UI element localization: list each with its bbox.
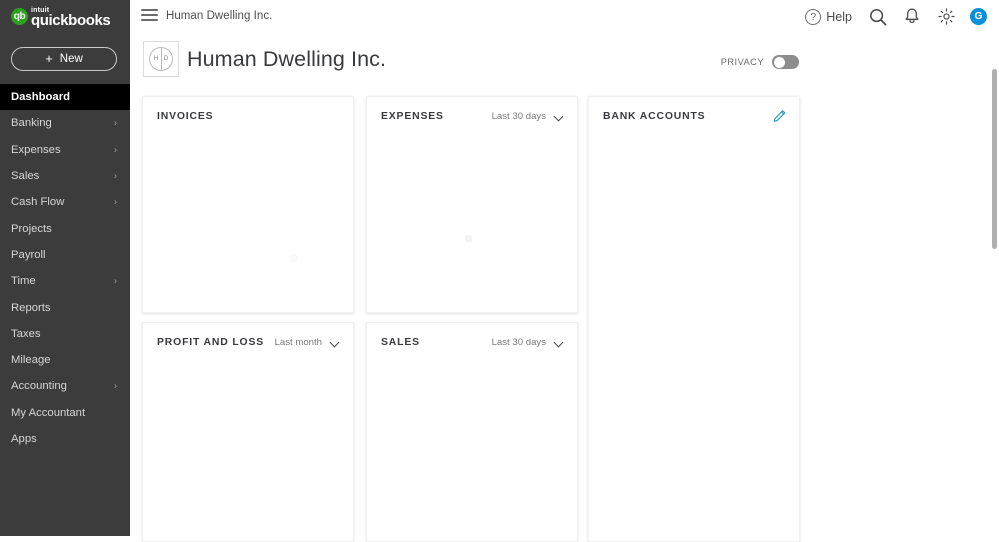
brand-logo[interactable]: qb intuit quickbooks — [0, 0, 130, 38]
company-logo[interactable]: H D — [143, 41, 179, 77]
quickbooks-mark-icon: qb — [11, 8, 28, 25]
search-icon — [870, 8, 887, 25]
privacy-control: PRIVACY — [721, 55, 799, 69]
privacy-label: PRIVACY — [720, 57, 764, 67]
chevron-right-icon: › — [114, 196, 117, 207]
avatar[interactable]: G — [970, 8, 987, 25]
plus-icon: + — [45, 50, 53, 66]
gear-icon — [937, 8, 955, 25]
date-range-selector[interactable]: Last month — [275, 337, 341, 348]
sidebar-item-label: Projects — [11, 222, 52, 235]
question-circle-icon: ? — [805, 8, 822, 25]
card-title: EXPENSES — [381, 110, 444, 122]
sidebar-item-label: Sales — [11, 170, 40, 183]
edit-accounts-button[interactable] — [772, 109, 787, 124]
top-bar: Human Dwelling Inc. ? Help G — [130, 0, 999, 33]
card-header: EXPENSES Last 30 days — [367, 97, 577, 135]
chevron-down-icon — [330, 337, 341, 348]
sidebar-item-label: Expenses — [11, 143, 61, 156]
chevron-right-icon: › — [114, 170, 117, 181]
sidebar-item-label: Banking — [11, 117, 52, 130]
sidebar-item-accounting[interactable]: Accounting › — [0, 373, 130, 399]
card-header: INVOICES — [143, 97, 353, 135]
chevron-right-icon: › — [114, 380, 117, 391]
help-label: Help — [826, 9, 852, 24]
new-button-label: New — [59, 53, 83, 65]
chevron-right-icon: › — [114, 275, 117, 286]
card-sales: SALES Last 30 days — [366, 322, 578, 542]
page-title: Human Dwelling Inc. — [187, 47, 387, 71]
company-logo-monogram: H D — [149, 47, 173, 71]
card-header: PROFIT AND LOSS Last month — [143, 323, 353, 361]
dashboard-content: INVOICES EXPENSES Last 30 days BANK ACCO… — [130, 90, 999, 542]
search-button[interactable] — [861, 0, 895, 33]
sidebar-item-label: Mileage — [11, 354, 51, 367]
date-range-selector[interactable]: Last 30 days — [492, 337, 565, 348]
topbar-company-name: Human Dwelling Inc. — [166, 10, 273, 22]
sidebar-item-taxes[interactable]: Taxes — [0, 321, 130, 347]
sidebar-item-label: Accounting — [11, 380, 67, 393]
sidebar-item-label: Dashboard — [11, 91, 71, 104]
sidebar-item-reports[interactable]: Reports — [0, 294, 130, 320]
pencil-edit-icon — [773, 109, 786, 122]
settings-button[interactable] — [929, 0, 963, 33]
card-title: SALES — [381, 336, 420, 348]
new-button[interactable]: + New — [11, 47, 117, 71]
bell-icon — [905, 8, 919, 24]
card-header: BANK ACCOUNTS — [589, 97, 799, 135]
card-title: PROFIT AND LOSS — [157, 336, 265, 348]
sidebar-item-dashboard[interactable]: Dashboard — [0, 84, 130, 111]
sidebar-item-label: Taxes — [11, 327, 41, 340]
page-scrollbar-thumb[interactable] — [992, 69, 997, 249]
sidebar-item-mileage[interactable]: Mileage — [0, 347, 130, 373]
help-button[interactable]: ? Help — [805, 8, 861, 25]
date-range-label: Last 30 days — [491, 110, 546, 122]
sidebar-item-cash-flow[interactable]: Cash Flow › — [0, 189, 130, 215]
quickbooks-label: quickbooks — [31, 12, 111, 29]
page-header: H D Human Dwelling Inc. PRIVACY — [130, 33, 999, 90]
sidebar-item-apps[interactable]: Apps — [0, 426, 130, 452]
sidebar-item-payroll[interactable]: Payroll — [0, 242, 130, 268]
brand-text: intuit quickbooks — [31, 7, 111, 29]
sidebar-item-label: My Accountant — [11, 406, 86, 419]
sidebar-item-my-accountant[interactable]: My Accountant — [0, 400, 130, 426]
card-invoices: INVOICES — [142, 96, 354, 313]
topbar-actions: ? Help G — [805, 0, 992, 33]
chevron-right-icon: › — [114, 117, 117, 128]
card-header: SALES Last 30 days — [367, 323, 577, 361]
sidebar-item-label: Time — [11, 275, 36, 288]
card-expenses: EXPENSES Last 30 days — [366, 96, 578, 313]
quickbooks-dashboard: qb intuit quickbooks + New Dashboard Ban… — [0, 0, 999, 542]
date-range-selector[interactable]: Last 30 days — [492, 111, 565, 122]
sidebar-item-label: Reports — [11, 301, 51, 314]
sidebar-item-sales[interactable]: Sales › — [0, 163, 130, 189]
chevron-right-icon: › — [114, 144, 117, 155]
sidebar: qb intuit quickbooks + New Dashboard Ban… — [0, 0, 130, 536]
toggle-knob — [773, 56, 785, 68]
card-profit-and-loss: PROFIT AND LOSS Last month — [142, 322, 354, 542]
card-bank-accounts: BANK ACCOUNTS — [588, 96, 800, 542]
notifications-button[interactable] — [895, 0, 929, 33]
loading-indicator — [465, 235, 472, 242]
date-range-label: Last month — [274, 336, 322, 348]
sidebar-item-banking[interactable]: Banking › — [0, 110, 130, 136]
sidebar-nav: Dashboard Banking › Expenses › Sales › C… — [0, 84, 130, 452]
card-title: BANK ACCOUNTS — [603, 110, 706, 122]
page-scrollbar-track[interactable] — [990, 33, 999, 536]
sidebar-item-label: Payroll — [11, 248, 46, 261]
privacy-toggle[interactable] — [772, 55, 799, 69]
sidebar-item-time[interactable]: Time › — [0, 268, 130, 294]
chevron-down-icon — [554, 111, 565, 122]
hamburger-menu-icon[interactable] — [141, 9, 158, 22]
loading-indicator — [291, 255, 298, 262]
card-title: INVOICES — [157, 110, 214, 122]
date-range-label: Last 30 days — [491, 336, 546, 348]
sidebar-item-label: Apps — [11, 433, 37, 445]
sidebar-item-projects[interactable]: Projects — [0, 215, 130, 241]
company-logo-initial-right: D — [163, 54, 169, 62]
company-logo-initial-left: H — [153, 54, 159, 62]
sidebar-item-expenses[interactable]: Expenses › — [0, 137, 130, 163]
chevron-down-icon — [554, 337, 565, 348]
sidebar-item-label: Cash Flow — [11, 196, 65, 209]
